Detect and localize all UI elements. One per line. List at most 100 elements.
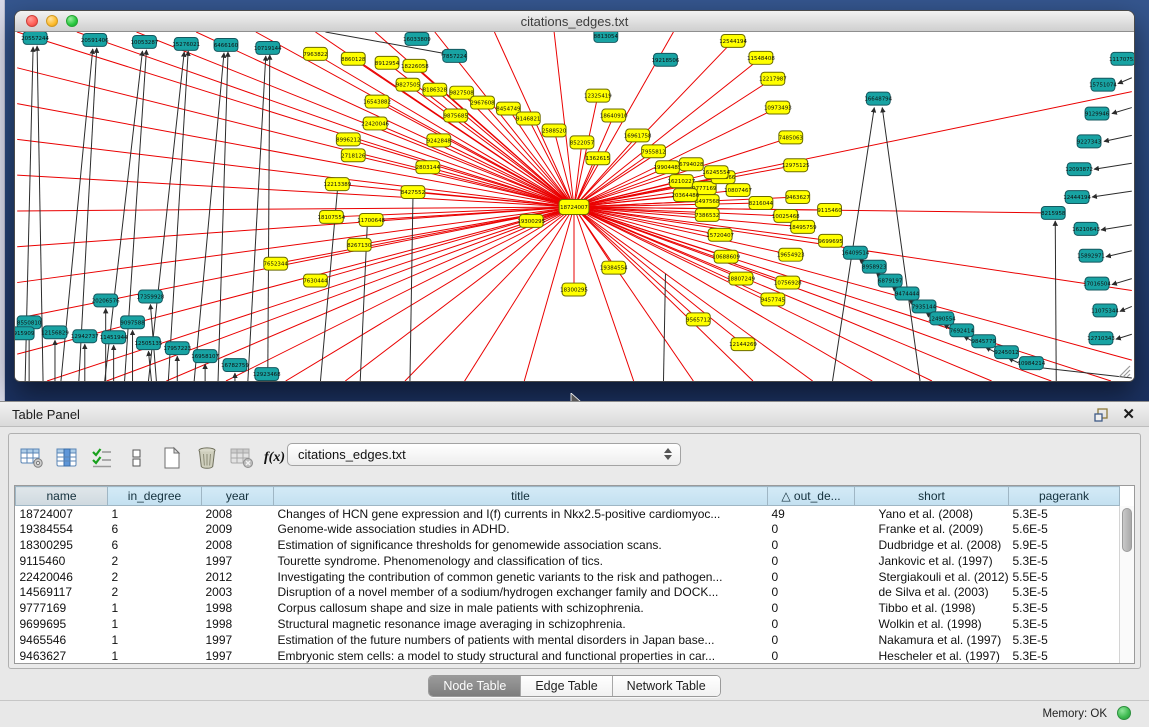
- column-header[interactable]: pagerank: [1009, 487, 1120, 506]
- svg-text:8216044: 8216044: [749, 201, 774, 207]
- table-cell: Genome-wide association studies in ADHD.: [274, 521, 768, 537]
- svg-text:9827505: 9827505: [396, 83, 420, 89]
- table-cell: Wolkin et al. (1998): [855, 616, 1009, 632]
- svg-text:18300295: 18300295: [560, 288, 588, 294]
- tab-network-table[interactable]: Network Table: [612, 676, 720, 696]
- svg-text:15720407: 15720407: [706, 233, 734, 239]
- table-cell: Tibbo et al. (1998): [855, 600, 1009, 616]
- table-cell: Corpus callosum shape and size in male p…: [274, 600, 768, 616]
- svg-text:9474444: 9474444: [895, 291, 920, 297]
- table-row[interactable]: 1938455462009Genome-wide association stu…: [16, 521, 1120, 537]
- close-panel-icon[interactable]: ✕: [1122, 405, 1135, 423]
- table-cell: 0: [768, 600, 855, 616]
- table-toolbar: f(x): [19, 443, 297, 473]
- column-header[interactable]: name: [16, 487, 108, 506]
- svg-text:3915909: 3915909: [15, 331, 35, 337]
- svg-text:8996212: 8996212: [336, 137, 360, 143]
- table-cell: 1998: [202, 600, 274, 616]
- column-header[interactable]: title: [274, 487, 768, 506]
- svg-text:17359928: 17359928: [137, 294, 165, 300]
- table-cell: 5.3E-5: [1009, 616, 1120, 632]
- table-cell: 2009: [202, 521, 274, 537]
- table-row[interactable]: 946362711997Embryonic stem cells: a mode…: [16, 648, 1120, 664]
- svg-text:12544194: 12544194: [719, 39, 747, 45]
- table-cell: 2: [108, 584, 202, 600]
- column-header[interactable]: year: [202, 487, 274, 506]
- network-canvas[interactable]: 2055724420591406100532871527602164661601…: [15, 32, 1134, 381]
- table-settings-icon[interactable]: [19, 446, 45, 470]
- table-cell: 5.9E-5: [1009, 537, 1120, 553]
- table-cell: 0: [768, 584, 855, 600]
- svg-text:19384554: 19384554: [600, 266, 628, 272]
- tab-node-table[interactable]: Node Table: [429, 676, 520, 696]
- svg-text:19904485: 19904485: [654, 165, 682, 171]
- table-selector-dropdown[interactable]: citations_edges.txt: [287, 443, 681, 466]
- node-table[interactable]: namein_degreeyeartitle△ out_de...shortpa…: [15, 486, 1120, 663]
- svg-text:7857224: 7857224: [443, 54, 468, 60]
- column-header[interactable]: △ out_de...: [768, 487, 855, 506]
- svg-text:11451944: 11451944: [100, 335, 128, 341]
- svg-text:8267130: 8267130: [347, 243, 372, 249]
- cytoscape-app: citations_edges.txt 20557244205914061005…: [0, 0, 1149, 727]
- svg-text:9097588: 9097588: [120, 320, 145, 326]
- svg-text:10984214: 10984214: [1017, 361, 1045, 367]
- svg-text:16958107: 16958107: [191, 354, 219, 360]
- table-row[interactable]: 2242004622012Investigating the contribut…: [16, 569, 1120, 585]
- table-cell: Franke et al. (2009): [855, 521, 1009, 537]
- select-columns-icon[interactable]: [89, 446, 115, 470]
- svg-text:12213389: 12213389: [323, 182, 351, 188]
- table-cell: Structural magnetic resonance image aver…: [274, 616, 768, 632]
- column-header[interactable]: in_degree: [108, 487, 202, 506]
- table-row[interactable]: 1830029562008Estimation of significance …: [16, 537, 1120, 553]
- memory-status-indicator[interactable]: [1117, 706, 1131, 720]
- svg-text:19218506: 19218506: [652, 58, 680, 64]
- svg-text:6466160: 6466160: [214, 43, 239, 49]
- table-row[interactable]: 946554611997Estimation of the future num…: [16, 632, 1120, 648]
- svg-text:9245012: 9245012: [994, 350, 1018, 356]
- table-cell: 6: [108, 537, 202, 553]
- svg-text:16409514: 16409514: [842, 251, 870, 257]
- table-cell: 9777169: [16, 600, 108, 616]
- float-panel-icon[interactable]: [1093, 407, 1109, 423]
- function-builder-icon[interactable]: f(x): [264, 450, 285, 466]
- table-cell: 2012: [202, 569, 274, 585]
- table-cell: 1997: [202, 553, 274, 569]
- svg-text:9129946: 9129946: [1085, 112, 1110, 118]
- svg-text:19654923: 19654923: [777, 253, 805, 259]
- window-resize-grip[interactable]: [1117, 364, 1131, 378]
- table-row[interactable]: 977716911998Corpus callosum shape and si…: [16, 600, 1120, 616]
- delete-table-icon[interactable]: [229, 446, 255, 470]
- svg-text:9457745: 9457745: [761, 297, 785, 303]
- table-cell: 5.3E-5: [1009, 600, 1120, 616]
- tab-edge-table[interactable]: Edge Table: [520, 676, 611, 696]
- network-window-titlebar[interactable]: citations_edges.txt: [15, 11, 1134, 32]
- svg-text:12325419: 12325419: [584, 94, 612, 100]
- table-cell: Disruption of a novel member of a sodium…: [274, 584, 768, 600]
- table-scrollbar-thumb[interactable]: [1122, 508, 1132, 552]
- svg-text:10053287: 10053287: [131, 40, 159, 46]
- column-header[interactable]: short: [855, 487, 1009, 506]
- row-height-icon[interactable]: [124, 446, 150, 470]
- table-row[interactable]: 911546021997Tourette syndrome. Phenomeno…: [16, 553, 1120, 569]
- svg-text:8427552: 8427552: [401, 190, 425, 196]
- svg-text:20206576: 20206576: [92, 298, 120, 304]
- svg-text:12144269: 12144269: [729, 342, 757, 348]
- svg-text:9227343: 9227343: [1077, 139, 1102, 145]
- table-scrollbar[interactable]: [1119, 506, 1134, 663]
- table-row[interactable]: 969969511998Structural magnetic resonanc…: [16, 616, 1120, 632]
- delete-column-icon[interactable]: [194, 446, 220, 470]
- create-column-icon[interactable]: [159, 446, 185, 470]
- citation-network-graph[interactable]: 2055724420591406100532871527602164661601…: [15, 32, 1134, 381]
- table-row[interactable]: 1456911722003Disruption of a novel membe…: [16, 584, 1120, 600]
- table-row[interactable]: 1872400712008Changes of HCN gene express…: [16, 506, 1120, 522]
- show-columns-icon[interactable]: [54, 446, 80, 470]
- svg-text:15751074: 15751074: [1089, 83, 1117, 89]
- svg-text:8522057: 8522057: [570, 140, 594, 146]
- svg-text:12490554: 12490554: [928, 316, 956, 322]
- window-title: citations_edges.txt: [15, 14, 1134, 29]
- svg-text:6879197: 6879197: [878, 279, 902, 285]
- memory-status-label: Memory: OK: [1042, 708, 1107, 720]
- table-cell: 5.3E-5: [1009, 506, 1120, 522]
- svg-text:9242848: 9242848: [427, 138, 452, 144]
- svg-text:19300295: 19300295: [517, 219, 545, 225]
